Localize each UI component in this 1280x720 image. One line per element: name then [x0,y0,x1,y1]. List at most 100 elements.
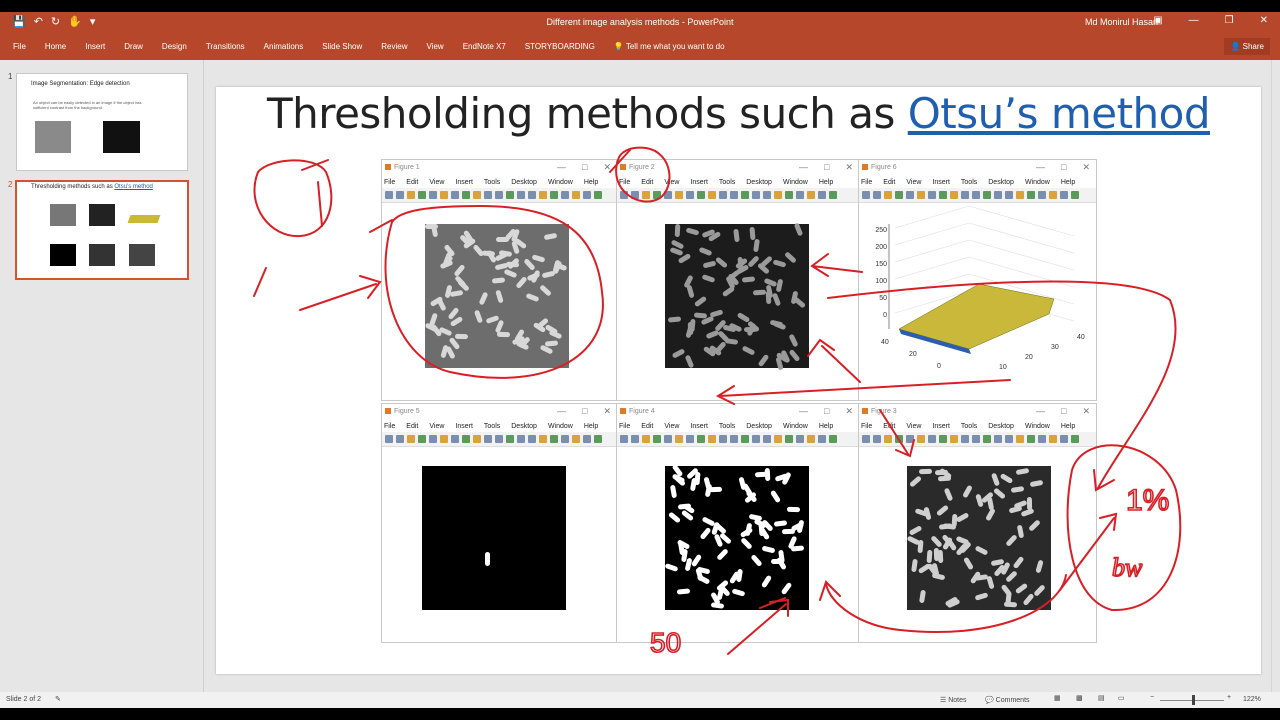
spellcheck-icon[interactable]: ✎ [55,695,61,703]
toolbar-tool-icon[interactable] [495,191,503,199]
maximize-icon[interactable]: □ [582,406,587,417]
notes-button[interactable]: ☰ Notes [940,696,967,704]
toolbar-tool-icon[interactable] [719,435,727,443]
toolbar-tool-icon[interactable] [451,435,459,443]
toolbar-tool-icon[interactable] [741,435,749,443]
toolbar-tool-icon[interactable] [994,191,1002,199]
vertical-scrollbar[interactable] [1271,60,1280,692]
minimize-icon[interactable]: — [799,162,808,173]
toolbar-tool-icon[interactable] [642,191,650,199]
ribbon-tab[interactable]: Slide Show [322,42,362,51]
ribbon-tab[interactable]: Review [381,42,407,51]
figure-window[interactable]: Figure 6 — □ ✕ File Edit View Insert Tools Deskto… [858,159,1097,401]
toolbar-tool-icon[interactable] [550,191,558,199]
toolbar-tool-icon[interactable] [473,435,481,443]
slide-thumbnail-2[interactable]: Thresholding methods such as Otsu's meth… [15,180,189,280]
toolbar-tool-icon[interactable] [396,191,404,199]
toolbar-tool-icon[interactable] [730,191,738,199]
figure-menu-item[interactable]: Tools [484,423,500,430]
toolbar-tool-icon[interactable] [983,435,991,443]
figure-menu-item[interactable]: Insert [690,423,708,430]
figure-menu-item[interactable]: Edit [883,423,895,430]
normal-view-icon[interactable]: ▦ [1054,694,1061,702]
figure-menu-item[interactable]: View [664,423,679,430]
toolbar-tool-icon[interactable] [572,191,580,199]
toolbar-tool-icon[interactable] [983,191,991,199]
toolbar-tool-icon[interactable] [917,435,925,443]
minimize-icon[interactable]: — [799,406,808,417]
toolbar-tool-icon[interactable] [741,191,749,199]
figure-menu-item[interactable]: View [429,423,444,430]
figure-menu-item[interactable]: Help [819,179,833,186]
toolbar-tool-icon[interactable] [895,435,903,443]
toolbar-tool-icon[interactable] [539,435,547,443]
figure-menu-item[interactable]: Window [1025,179,1050,186]
figure-menu-item[interactable]: Tools [961,179,977,186]
close-icon[interactable]: ✕ [1082,162,1090,173]
figure-menu-item[interactable]: Help [819,423,833,430]
toolbar-tool-icon[interactable] [631,435,639,443]
minimize-icon[interactable]: — [1036,406,1045,417]
figure-menu-item[interactable]: Help [1061,179,1075,186]
toolbar-tool-icon[interactable] [796,435,804,443]
toolbar-tool-icon[interactable] [994,435,1002,443]
toolbar-tool-icon[interactable] [719,191,727,199]
toolbar-tool-icon[interactable] [407,191,415,199]
toolbar-tool-icon[interactable] [950,191,958,199]
figure-window[interactable]: Figure 2 — □ ✕ File Edit View Insert Tools Deskto… [616,159,860,401]
toolbar-tool-icon[interactable] [418,435,426,443]
toolbar-tool-icon[interactable] [506,435,514,443]
figure-menu-item[interactable]: Tools [961,423,977,430]
toolbar-tool-icon[interactable] [1071,435,1079,443]
user-name[interactable]: Md Monirul Hasan [1085,17,1158,27]
figure-titlebar[interactable]: Figure 2 — □ ✕ [617,160,859,176]
toolbar-tool-icon[interactable] [675,191,683,199]
toolbar-tool-icon[interactable] [1060,191,1068,199]
toolbar-tool-icon[interactable] [572,435,580,443]
toolbar-tool-icon[interactable] [1027,435,1035,443]
figure-window[interactable]: Figure 1 — □ ✕ File Edit View Insert Tools Deskto… [381,159,618,401]
figure-menu-item[interactable]: Window [783,423,808,430]
toolbar-tool-icon[interactable] [906,191,914,199]
tell-me-search[interactable]: 💡 Tell me what you want to do [614,42,725,51]
figure-menu-item[interactable]: Insert [690,179,708,186]
figure-menu-item[interactable]: Insert [455,423,473,430]
figure-menu-item[interactable]: File [861,179,872,186]
toolbar-tool-icon[interactable] [664,435,672,443]
toolbar-tool-icon[interactable] [939,191,947,199]
toolbar-tool-icon[interactable] [561,191,569,199]
slide-title[interactable]: Thresholding methods such as Otsu’s meth… [216,89,1261,138]
figure-menu-item[interactable]: Insert [455,179,473,186]
toolbar-tool-icon[interactable] [884,435,892,443]
zoom-slider-thumb[interactable] [1192,695,1195,705]
toolbar-tool-icon[interactable] [1016,191,1024,199]
figure-menu-item[interactable]: File [619,423,630,430]
slide-canvas[interactable]: Thresholding methods such as Otsu’s meth… [216,87,1261,674]
figure-menu-item[interactable]: Window [548,179,573,186]
figure-menu-item[interactable]: Window [548,423,573,430]
toolbar-tool-icon[interactable] [785,435,793,443]
maximize-icon[interactable]: □ [824,406,829,417]
comments-button[interactable]: 💬 Comments [985,696,1030,704]
toolbar-tool-icon[interactable] [1027,191,1035,199]
toolbar-tool-icon[interactable] [429,435,437,443]
toolbar-tool-icon[interactable] [1049,191,1057,199]
minimize-icon[interactable]: — [1189,15,1199,26]
toolbar-tool-icon[interactable] [462,191,470,199]
figure-menu-item[interactable]: Edit [883,179,895,186]
toolbar-tool-icon[interactable] [550,435,558,443]
ribbon-tab[interactable]: Draw [124,42,143,51]
toolbar-tool-icon[interactable] [653,191,661,199]
toolbar-tool-icon[interactable] [506,191,514,199]
toolbar-tool-icon[interactable] [774,435,782,443]
toolbar-tool-icon[interactable] [829,435,837,443]
minimize-icon[interactable]: — [1036,162,1045,173]
toolbar-tool-icon[interactable] [1071,191,1079,199]
toolbar-tool-icon[interactable] [752,435,760,443]
zoom-level[interactable]: 122% [1243,696,1261,703]
figure-menu-item[interactable]: Help [1061,423,1075,430]
figure-menu-item[interactable]: Tools [719,423,735,430]
toolbar-tool-icon[interactable] [653,435,661,443]
share-button[interactable]: 👤 Share [1224,38,1270,55]
toolbar-tool-icon[interactable] [385,435,393,443]
